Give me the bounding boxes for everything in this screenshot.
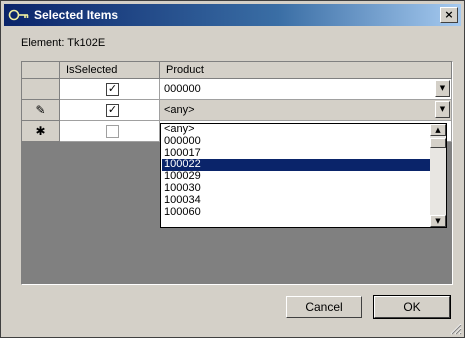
isselected-cell[interactable]: ✓ (60, 100, 160, 121)
dropdown-option[interactable]: 100017 (162, 147, 430, 160)
product-combo-value: <any> (164, 104, 195, 116)
pencil-icon: ✎ (35, 103, 46, 117)
product-combo-cell[interactable]: <any> ▼ (160, 100, 452, 121)
dropdown-option[interactable]: 100060 (162, 206, 430, 219)
dropdown-option[interactable]: 100030 (162, 182, 430, 195)
column-header-isselected[interactable]: IsSelected (60, 62, 160, 79)
row-header-new[interactable]: ✱ (22, 121, 60, 142)
key-icon (8, 9, 29, 21)
dropdown-arrow-button[interactable]: ▼ (435, 101, 450, 118)
resize-grip-icon[interactable] (450, 323, 462, 335)
column-header-product[interactable]: Product (160, 62, 452, 79)
dropdown-arrow-button[interactable]: ▼ (435, 80, 450, 97)
ok-button[interactable]: OK (373, 295, 451, 319)
dropdown-option[interactable]: 100029 (162, 170, 430, 183)
isselected-cell[interactable]: ✓ (60, 79, 160, 100)
product-value: 000000 (164, 83, 201, 95)
isselected-checkbox[interactable]: ✓ (106, 83, 119, 96)
dropdown-option-selected[interactable]: 100022 (162, 159, 430, 172)
cancel-button[interactable]: Cancel (286, 296, 362, 318)
dropdown-scrollbar[interactable]: ▲ ▼ (430, 124, 446, 227)
isselected-checkbox[interactable]: ✓ (106, 104, 119, 117)
scroll-up-icon[interactable]: ▲ (430, 124, 446, 136)
row-header[interactable] (22, 79, 60, 100)
scroll-thumb[interactable] (430, 138, 446, 148)
isselected-cell[interactable] (60, 121, 160, 142)
window-title: Selected Items (34, 8, 119, 22)
title-bar[interactable]: Selected Items × (4, 4, 461, 26)
new-row-asterisk-icon: ✱ (35, 124, 46, 138)
row-header-editing[interactable]: ✎ (22, 100, 60, 121)
grid-corner-header (22, 62, 60, 79)
dropdown-option[interactable]: 000000 (162, 135, 430, 148)
dialog-window: Selected Items × Element: Tk102E IsSelec… (0, 0, 465, 338)
dropdown-options: <any> 000000 100017 100022 100029 100030… (162, 123, 430, 219)
product-cell[interactable]: 000000 ▼ (160, 79, 452, 100)
element-label: Element: Tk102E (21, 37, 106, 49)
isselected-checkbox[interactable] (106, 125, 119, 138)
product-dropdown-list[interactable]: <any> 000000 100017 100022 100029 100030… (160, 123, 447, 228)
dropdown-option[interactable]: <any> (162, 123, 430, 136)
close-button[interactable]: × (440, 7, 458, 23)
dropdown-option[interactable]: 100034 (162, 194, 430, 207)
scroll-down-icon[interactable]: ▼ (430, 215, 446, 227)
